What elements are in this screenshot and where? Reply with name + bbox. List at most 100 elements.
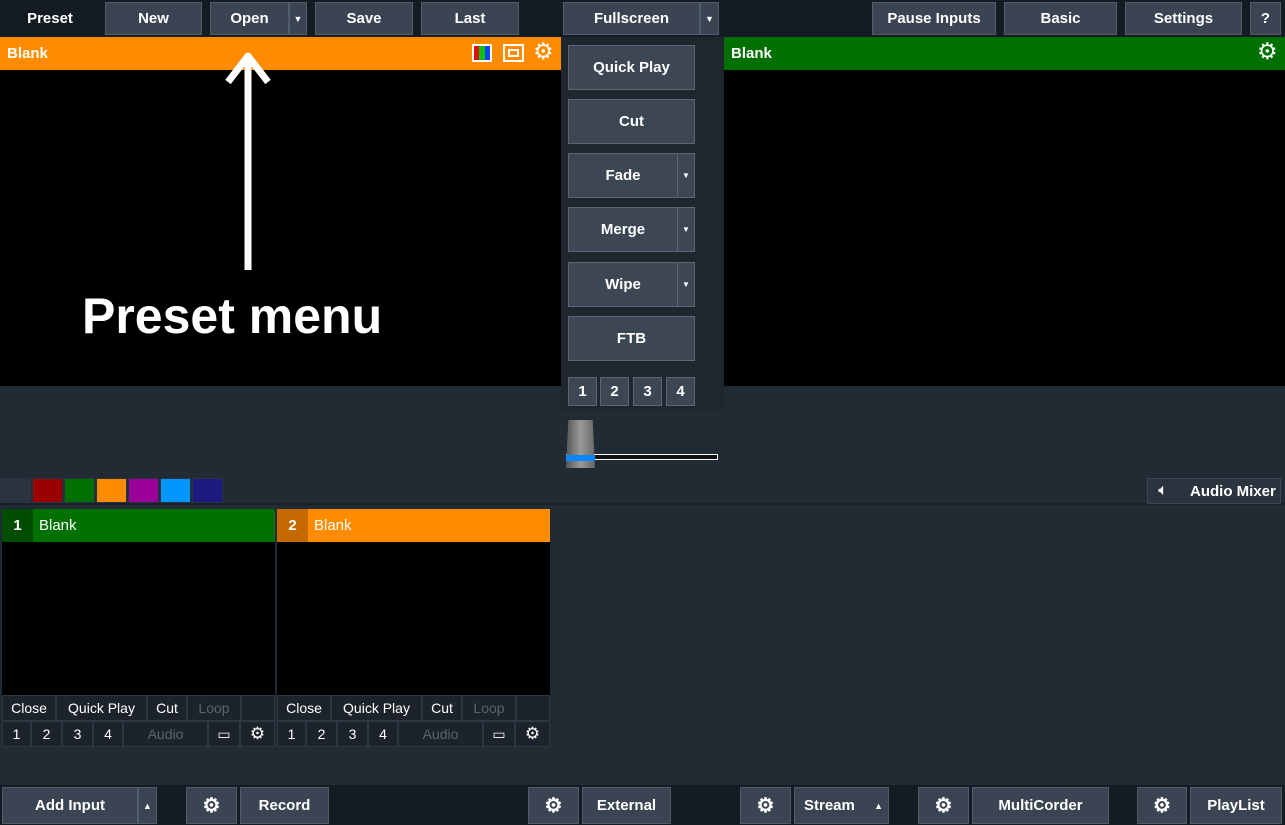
color-tab-purple[interactable] [128,478,159,503]
quick-play-label: Quick Play [593,59,670,76]
input-close-button[interactable]: Close [277,695,331,721]
basic-button[interactable]: Basic [1004,2,1117,35]
input-2: 2 Blank Close Quick Play Cut Loop 1 2 3 … [277,509,550,747]
input-number: 2 [277,509,308,542]
stream-button[interactable]: Stream ▲ [794,787,889,824]
transition-2-button[interactable]: 2 [600,377,629,406]
output-video [724,70,1285,386]
cut-button[interactable]: Cut [568,99,695,144]
playlist-button[interactable]: PlayList [1190,787,1282,824]
input-overlay-1-button[interactable]: 1 [277,721,306,747]
input-name: Blank [314,517,352,534]
settings-button[interactable]: Settings [1125,2,1242,35]
input-close-button[interactable]: Close [2,695,56,721]
fullscreen-button[interactable]: Fullscreen [563,2,700,35]
input-header[interactable]: 1 Blank [2,509,275,542]
monitor-icon[interactable]: ▭ [208,721,240,747]
input-name: Blank [39,517,77,534]
record-settings-gear-icon[interactable]: ⚙ [186,787,237,824]
ftb-button[interactable]: FTB [568,316,695,361]
color-bars-icon[interactable] [472,44,492,62]
new-button[interactable]: New [105,2,202,35]
chevron-down-icon[interactable]: ▼ [677,154,694,197]
monitor-icon[interactable]: ▭ [483,721,515,747]
input-overlay-2-button[interactable]: 2 [306,721,337,747]
fullscreen-dropdown-button[interactable]: ▼ [700,2,719,35]
add-input-button[interactable]: Add Input [2,787,138,824]
color-tab-blue[interactable] [160,478,191,503]
save-button[interactable]: Save [315,2,413,35]
merge-button[interactable]: Merge ▼ [568,207,695,252]
input-overlay-3-button[interactable]: 3 [62,721,93,747]
input-quick-play-button[interactable]: Quick Play [56,695,147,721]
open-dropdown-button[interactable]: ▼ [289,2,307,35]
pause-inputs-button[interactable]: Pause Inputs [872,2,996,35]
open-label: Open [230,10,269,27]
chevron-down-icon: ▼ [293,13,303,24]
external-button[interactable]: External [582,787,671,824]
input-empty-cell [516,695,550,721]
input-video[interactable] [2,542,275,695]
safe-area-icon[interactable] [503,44,524,62]
last-button[interactable]: Last [421,2,519,35]
chevron-up-icon[interactable]: ▲ [874,801,883,811]
fullscreen-label: Fullscreen [593,10,670,27]
preset-menu-button[interactable]: Preset [0,0,100,37]
input-empty-cell [241,695,275,721]
input-cut-button[interactable]: Cut [147,695,187,721]
add-input-dropdown-button[interactable]: ▲ [138,787,157,824]
chevron-down-icon[interactable]: ▼ [677,208,694,251]
help-button[interactable]: ? [1250,2,1281,35]
multicorder-settings-gear-icon[interactable]: ⚙ [918,787,969,824]
output-gear-icon[interactable]: ⚙ [1257,40,1278,63]
input-loop-button[interactable]: Loop [187,695,241,721]
input-1: 1 Blank Close Quick Play Cut Loop 1 2 3 … [2,509,275,747]
transition-3-button[interactable]: 3 [633,377,662,406]
color-tab-navy[interactable] [192,478,223,503]
output-title: Blank [731,45,772,62]
chevron-down-icon[interactable]: ▼ [677,263,694,306]
color-tab-divider [0,503,1285,505]
preview-gear-icon[interactable]: ⚙ [533,40,554,63]
input-overlay-3-button[interactable]: 3 [337,721,368,747]
external-settings-gear-icon[interactable]: ⚙ [528,787,579,824]
color-tab-all[interactable] [0,478,31,503]
preset-label: Preset [27,10,73,27]
speaker-icon: 🔈︎ [1158,482,1168,499]
transition-1-button[interactable]: 1 [568,377,597,406]
annotation-arrow [225,52,271,270]
input-loop-button[interactable]: Loop [462,695,516,721]
input-cut-button[interactable]: Cut [422,695,462,721]
input-overlay-2-button[interactable]: 2 [31,721,62,747]
color-tab-red[interactable] [32,478,63,503]
input-header[interactable]: 2 Blank [277,509,550,542]
chevron-down-icon: ▼ [705,13,714,24]
input-overlay-1-button[interactable]: 1 [2,721,31,747]
color-tab-green[interactable] [64,478,95,503]
input-audio-button[interactable]: Audio [398,721,483,747]
input-audio-button[interactable]: Audio [123,721,208,747]
input-quick-play-button[interactable]: Quick Play [331,695,422,721]
annotation-text: Preset menu [82,288,383,344]
input-gear-icon[interactable]: ⚙ [240,721,275,747]
color-tab-orange[interactable] [96,478,127,503]
audio-mixer-label: Audio Mixer [1190,482,1276,500]
fade-label: Fade [605,167,641,184]
fade-button[interactable]: Fade ▼ [568,153,695,198]
input-overlay-4-button[interactable]: 4 [93,721,123,747]
record-button[interactable]: Record [240,787,329,824]
ftb-label: FTB [616,330,647,347]
input-overlay-4-button[interactable]: 4 [368,721,398,747]
transition-4-button[interactable]: 4 [666,377,695,406]
stream-settings-gear-icon[interactable]: ⚙ [740,787,791,824]
t-bar-handle-indicator [566,455,595,461]
open-button[interactable]: Open [210,2,289,35]
merge-label: Merge [600,221,646,238]
audio-mixer-button[interactable]: 🔈︎ Audio Mixer [1147,478,1281,504]
input-video[interactable] [277,542,550,695]
quick-play-button[interactable]: Quick Play [568,45,695,90]
multicorder-button[interactable]: MultiCorder [972,787,1109,824]
input-gear-icon[interactable]: ⚙ [515,721,550,747]
wipe-button[interactable]: Wipe ▼ [568,262,695,307]
playlist-settings-gear-icon[interactable]: ⚙ [1137,787,1187,824]
